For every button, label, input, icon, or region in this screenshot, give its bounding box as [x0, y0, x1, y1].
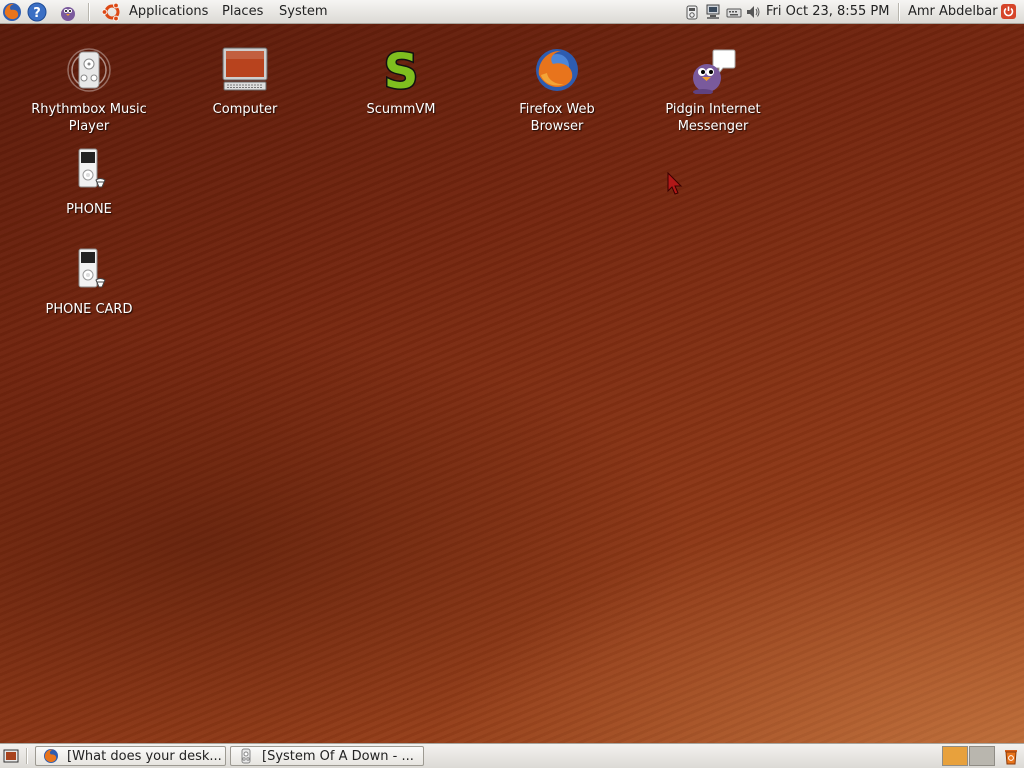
ubuntu-logo-icon — [101, 1, 123, 23]
desktop-icon-computer[interactable]: Computer — [175, 46, 315, 118]
phone-device-icon[interactable] — [684, 4, 700, 20]
keyboard-icon[interactable] — [726, 4, 742, 20]
help-launcher[interactable]: ? — [26, 1, 48, 23]
firefox-icon — [3, 3, 21, 21]
desktop-icon-rhythmbox[interactable]: Rhythmbox Music Player — [19, 46, 159, 135]
desktop-icon-scummvm[interactable]: S ScummVM — [331, 46, 471, 118]
help-icon: ? — [27, 2, 47, 22]
desktop-icon-label: Firefox Web Browser — [519, 102, 595, 134]
trash-icon[interactable] — [1003, 747, 1019, 765]
panel-separator — [898, 3, 899, 21]
bottom-panel: [What does your desk... [System Of A Dow… — [0, 743, 1024, 768]
desktop-icon-label: Rhythmbox Music Player — [31, 102, 147, 134]
desktop-icon-firefox[interactable]: Firefox Web Browser — [487, 46, 627, 135]
desktop-icon-label: PHONE — [66, 202, 112, 217]
desktop-icon-label: ScummVM — [366, 102, 436, 117]
svg-text:?: ? — [33, 6, 41, 21]
rhythmbox-icon — [65, 46, 113, 94]
computer-icon — [221, 46, 269, 94]
rhythmbox-icon — [238, 748, 254, 764]
scummvm-icon: S — [377, 46, 425, 94]
mouse-cursor-icon — [667, 172, 683, 195]
clock[interactable]: Fri Oct 23, 8:55 PM — [766, 0, 889, 24]
power-icon — [1003, 6, 1014, 17]
desktop-icon-label: Pidgin Internet Messenger — [665, 102, 761, 134]
desktop-icon-label: Computer — [212, 102, 278, 117]
volume-icon[interactable] — [745, 4, 761, 20]
user-switcher[interactable]: Amr Abdelbar — [908, 0, 998, 24]
desktop-icon-phone-card[interactable]: PHONE CARD — [19, 246, 159, 318]
taskbar-button-rhythmbox[interactable]: [System Of A Down - ... — [230, 746, 424, 766]
applications-menu[interactable]: Applications — [129, 0, 208, 24]
pidgin-launcher[interactable] — [57, 1, 79, 23]
taskbar-button-firefox[interactable]: [What does your desk... — [35, 746, 226, 766]
firefox-launcher[interactable] — [1, 1, 23, 23]
firefox-icon — [43, 748, 59, 764]
show-desktop-icon — [3, 749, 19, 763]
desktop[interactable]: Rhythmbox Music Player Computer S ScummV… — [0, 24, 1024, 743]
pidgin-icon — [61, 7, 75, 21]
system-menu[interactable]: System — [279, 0, 327, 24]
media-player-device-icon — [65, 146, 113, 194]
places-menu[interactable]: Places — [222, 0, 263, 24]
desktop-icon-label: PHONE CARD — [45, 302, 133, 317]
workspace-2[interactable] — [969, 746, 995, 766]
taskbar-button-label: [What does your desk... — [67, 748, 222, 764]
media-player-device-icon — [65, 246, 113, 294]
shutdown-button[interactable] — [1001, 4, 1016, 19]
show-desktop-button[interactable] — [3, 748, 19, 764]
pidgin-icon — [689, 46, 737, 94]
workspace-1[interactable] — [942, 746, 968, 766]
firefox-icon — [533, 46, 581, 94]
top-panel: ? Applications Places System Fri Oct 23,… — [0, 0, 1024, 24]
panel-separator — [88, 3, 89, 21]
network-icon[interactable] — [705, 4, 721, 20]
desktop-icon-phone[interactable]: PHONE — [19, 146, 159, 218]
panel-separator — [26, 748, 27, 764]
taskbar-button-label: [System Of A Down - ... — [262, 748, 414, 764]
svg-text:S: S — [384, 46, 419, 94]
desktop-icon-pidgin[interactable]: Pidgin Internet Messenger — [643, 46, 783, 135]
